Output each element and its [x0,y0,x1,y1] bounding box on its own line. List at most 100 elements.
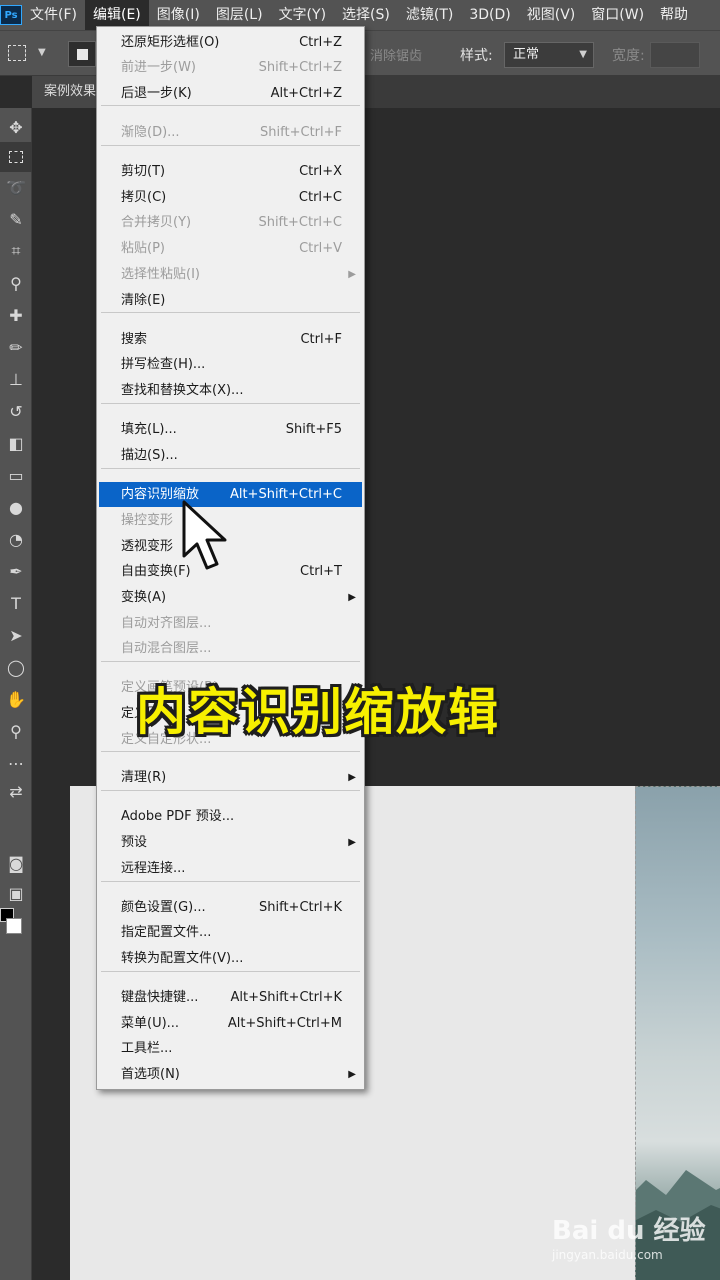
menu-item-label: 透视变形 [121,539,174,554]
menu-help[interactable]: 帮助 [652,0,696,30]
gradient-tool-icon[interactable]: ▭ [0,460,32,490]
menu-item[interactable]: 菜单(U)... Alt+Shift+Ctrl+M [99,1011,362,1036]
menu-item[interactable]: 描边(S)... [99,443,362,468]
tools-panel: ✥ ➰ ✎ ⌗ ⚲ ✚ ✏ ⊥ ↺ ◧ ▭ ● ◔ ✒ T ➤ ◯ ✋ ⚲ ⋯ … [0,108,32,1280]
swap-colors-icon[interactable]: ⇄ [0,776,32,806]
history-brush-tool-icon[interactable]: ↺ [0,396,32,426]
menu-item[interactable]: Adobe PDF 预设... [99,804,362,829]
menu-item[interactable]: 拷贝(C) Ctrl+C [99,185,362,210]
marquee-tool-icon[interactable] [0,142,32,172]
menu-item-label: 查找和替换文本(X)... [121,383,244,398]
menu-item[interactable]: 转换为配置文件(V)... [99,946,362,971]
eyedropper-tool-icon[interactable]: ⚲ [0,268,32,298]
menu-item-label: 清理(R) [121,770,167,785]
menu-separator [101,790,360,791]
style-select[interactable]: 正常 ▼ [504,42,594,68]
menu-item-label: 指定配置文件... [121,925,212,940]
menu-3d[interactable]: 3D(D) [461,0,518,30]
menu-item-label: 合并拷贝(Y) [121,215,192,230]
pen-tool-icon[interactable]: ✒ [0,556,32,586]
chevron-down-icon[interactable]: ▼ [38,47,46,58]
baidu-watermark: Bai du 经验 jingyan.baidu.com [552,1210,712,1270]
blur-tool-icon[interactable]: ● [0,492,32,522]
landscape-image[interactable] [635,786,720,1280]
menu-filter[interactable]: 滤镜(T) [398,0,461,30]
menu-item[interactable]: 清理(R) ▶ [99,765,362,790]
lasso-tool-icon[interactable]: ➰ [0,172,32,202]
clone-stamp-tool-icon[interactable]: ⊥ [0,364,32,394]
healing-brush-tool-icon[interactable]: ✚ [0,300,32,330]
submenu-arrow-icon: ▶ [348,837,356,848]
hand-tool-icon[interactable]: ✋ [0,684,32,714]
menu-item[interactable]: 自动对齐图层... [99,611,362,636]
dodge-tool-icon[interactable]: ◔ [0,524,32,554]
menu-item[interactable]: 前进一步(W) Shift+Ctrl+Z [99,55,362,80]
menu-item[interactable]: 首选项(N) ▶ [99,1062,362,1087]
menu-item-label: 操控变形 [121,513,174,528]
width-input[interactable] [650,42,700,68]
menu-item[interactable]: 键盘快捷键... Alt+Shift+Ctrl+K [99,985,362,1010]
ellipse-tool-icon[interactable]: ◯ [0,652,32,682]
submenu-arrow-icon: ▶ [348,772,356,783]
type-tool-icon[interactable]: T [0,588,32,618]
menu-item[interactable]: 指定配置文件... [99,920,362,945]
menu-item[interactable]: 剪切(T) Ctrl+X [99,159,362,184]
menu-item[interactable]: 变换(A) ▶ [99,585,362,610]
menu-item[interactable]: 搜索 Ctrl+F [99,327,362,352]
menu-separator [101,403,360,404]
menu-item[interactable]: 粘贴(P) Ctrl+V [99,236,362,261]
brush-tool-icon[interactable]: ✏ [0,332,32,362]
menu-item[interactable]: 查找和替换文本(X)... [99,378,362,403]
menu-item-label: 工具栏... [121,1041,173,1056]
menu-item-shortcut: Shift+Ctrl+K [259,900,342,915]
menu-item[interactable]: 还原矩形选框(O) Ctrl+Z [99,30,362,55]
menu-item[interactable]: 填充(L)... Shift+F5 [99,417,362,442]
submenu-arrow-icon: ▶ [348,1069,356,1080]
menu-item-label: 键盘快捷键... [121,990,199,1005]
crop-tool-icon[interactable]: ⌗ [0,236,32,266]
menu-item[interactable]: 自动混合图层... [99,636,362,661]
menu-item[interactable]: 预设 ▶ [99,830,362,855]
path-select-tool-icon[interactable]: ➤ [0,620,32,650]
menu-file[interactable]: 文件(F) [22,0,85,30]
menu-item-shortcut: Shift+Ctrl+F [260,125,342,140]
background-color-swatch[interactable] [6,918,22,934]
quick-mask-icon[interactable]: ◙ [0,848,32,878]
menu-item-shortcut: Ctrl+X [299,164,342,179]
zoom-tool-icon[interactable]: ⚲ [0,716,32,746]
anti-alias-label: 消除锯齿 [370,49,423,64]
menu-view[interactable]: 视图(V) [519,0,584,30]
menu-window[interactable]: 窗口(W) [583,0,652,30]
menu-item-shortcut: Alt+Shift+Ctrl+M [227,1016,342,1031]
menu-item-label: 还原矩形选框(O) [121,35,220,50]
menu-item-label: 清除(E) [121,293,166,308]
menu-item-shortcut: Ctrl+F [300,332,342,347]
rect-marquee-icon[interactable] [8,45,26,61]
menu-item[interactable]: 颜色设置(G)... Shift+Ctrl+K [99,895,362,920]
more-tools-icon[interactable]: ⋯ [0,748,32,778]
move-tool-icon[interactable]: ✥ [0,112,32,142]
menu-item[interactable]: 选择性粘贴(I) ▶ [99,262,362,287]
menu-item-label: 自动对齐图层... [121,616,212,631]
screen-mode-icon[interactable]: ▣ [0,878,32,908]
menu-item[interactable]: 后退一步(K) Alt+Ctrl+Z [99,81,362,106]
menu-item-shortcut: Ctrl+T [300,564,342,579]
quick-select-tool-icon[interactable]: ✎ [0,204,32,234]
submenu-arrow-icon: ▶ [348,269,356,280]
menu-item[interactable]: 清除(E) [99,288,362,313]
menu-item[interactable]: 拼写检查(H)... [99,352,362,377]
menu-item-label: 前进一步(W) [121,60,196,75]
menu-separator [101,145,360,146]
menu-separator [101,105,360,106]
watermark-url: jingyan.baidu.com [552,1248,663,1262]
menu-item[interactable]: 合并拷贝(Y) Shift+Ctrl+C [99,210,362,235]
menu-item-label: 选择性粘贴(I) [121,267,200,282]
menu-item[interactable]: 远程连接... [99,856,362,881]
eraser-tool-icon[interactable]: ◧ [0,428,32,458]
new-selection-button[interactable] [68,41,96,67]
menu-item[interactable]: 工具栏... [99,1036,362,1061]
menu-item[interactable]: 渐隐(D)... Shift+Ctrl+F [99,120,362,145]
menu-item-label: 自动混合图层... [121,641,212,656]
menu-item-shortcut: Alt+Shift+Ctrl+C [229,487,342,502]
watermark-logo: Bai du 经验 [552,1216,706,1246]
